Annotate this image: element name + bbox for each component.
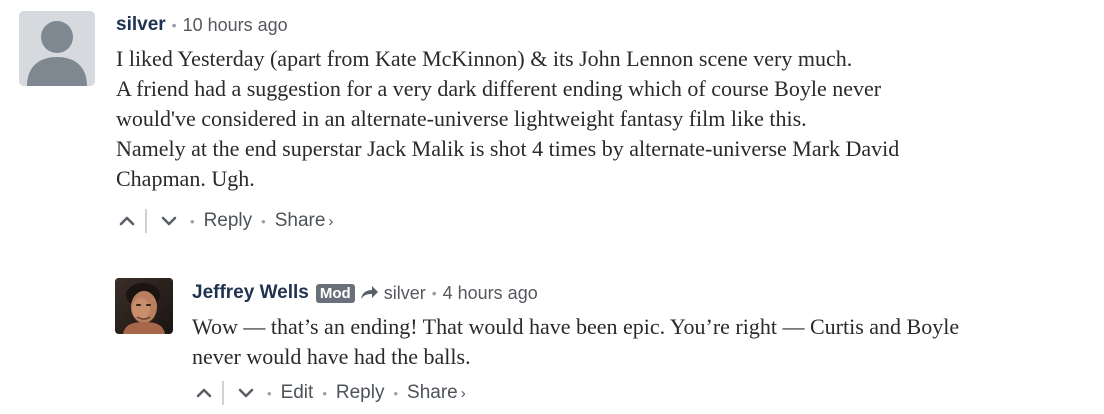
comment-line: A friend had a suggestion for a very dar…: [116, 76, 882, 101]
comment-body: Wow — that’s an ending! That would have …: [192, 312, 1097, 372]
separator-dot: •: [322, 385, 327, 401]
upvote-button[interactable]: [115, 209, 139, 233]
separator-dot: •: [171, 17, 177, 33]
comment-line: Wow — that’s an ending! That would have …: [192, 314, 960, 339]
user-photo-icon: [115, 278, 173, 334]
avatar[interactable]: [115, 278, 173, 334]
reply-button[interactable]: Reply: [336, 382, 385, 404]
chevron-down-icon: [238, 388, 254, 398]
vote-divider: [145, 209, 147, 233]
downvote-button[interactable]: [157, 209, 181, 233]
comment-timestamp[interactable]: 10 hours ago: [183, 15, 288, 36]
comment-thread: silver • 10 hours ago I liked Yesterday …: [0, 0, 1104, 414]
chevron-up-icon: [119, 216, 135, 226]
upvote-button[interactable]: [192, 381, 216, 405]
downvote-button[interactable]: [234, 381, 258, 405]
vote-divider: [222, 381, 224, 405]
separator-dot: •: [261, 213, 266, 229]
share-label: Share: [407, 382, 458, 403]
comment-actions: • Edit • Reply • Share ›: [192, 380, 466, 406]
author-name[interactable]: Jeffrey Wells: [192, 282, 309, 304]
reply-button[interactable]: Reply: [204, 210, 253, 232]
comment-body: I liked Yesterday (apart from Kate McKin…: [116, 44, 1091, 194]
avatar[interactable]: [19, 11, 95, 86]
comment-timestamp[interactable]: 4 hours ago: [443, 283, 538, 304]
default-avatar-icon: [19, 11, 95, 86]
share-button[interactable]: Share ›: [407, 382, 466, 404]
comment-line: never would have had the balls.: [192, 344, 471, 369]
comment-line: would've considered in an alternate-univ…: [116, 106, 807, 131]
comment-actions: • Reply • Share ›: [115, 208, 333, 234]
separator-dot: •: [267, 385, 272, 401]
share-button[interactable]: Share ›: [275, 210, 334, 232]
share-label: Share: [274, 210, 326, 231]
author-name[interactable]: silver: [116, 14, 166, 36]
comment-line: Chapman. Ugh.: [116, 166, 255, 191]
edit-button[interactable]: Edit: [281, 382, 314, 404]
separator-dot: •: [190, 213, 195, 229]
in-reply-to-user[interactable]: silver: [384, 283, 426, 304]
separator-dot: •: [393, 385, 399, 401]
mod-badge: Mod: [315, 283, 355, 303]
comment-line: Namely at the end superstar Jack Malik i…: [116, 136, 900, 161]
chevron-right-icon: ›: [328, 213, 334, 230]
comment-header: silver • 10 hours ago: [116, 12, 288, 38]
chevron-up-icon: [196, 388, 212, 398]
comment-line: I liked Yesterday (apart from Kate McKin…: [116, 46, 853, 71]
chevron-right-icon: ›: [460, 385, 466, 402]
comment-header: Jeffrey Wells Mod silver • 4 hours ago: [192, 280, 538, 306]
separator-dot: •: [431, 285, 437, 301]
reply-arrow-icon: [359, 285, 379, 301]
chevron-down-icon: [161, 216, 177, 226]
